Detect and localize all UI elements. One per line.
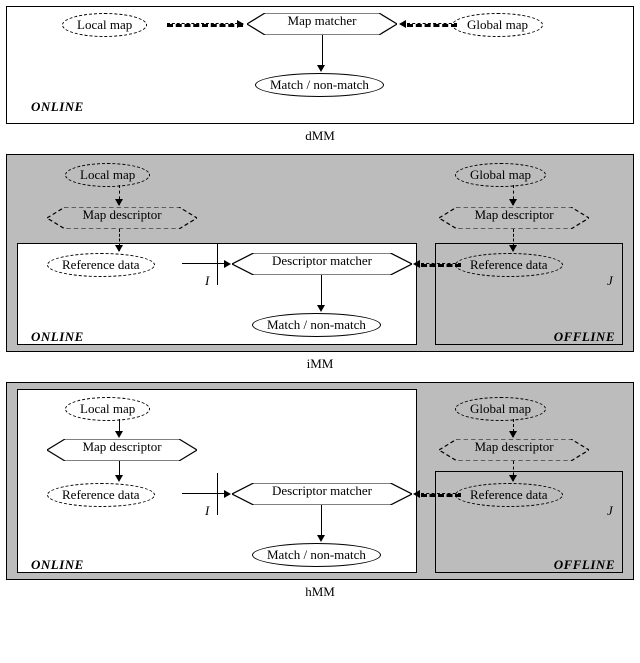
reference-data-right-label: Reference data (470, 257, 548, 272)
map-descriptor-right-label: Map descriptor (466, 439, 561, 454)
global-map-node: Global map (455, 397, 546, 421)
map-matcher-label: Map matcher (280, 13, 365, 28)
reference-data-right: Reference data (455, 253, 563, 277)
divider-right (622, 473, 623, 515)
index-J: J (607, 503, 613, 519)
match-label: Match / non-match (267, 317, 366, 332)
reference-data-right-label: Reference data (470, 487, 548, 502)
global-map-node: Global map (455, 163, 546, 187)
local-map-label: Local map (77, 17, 132, 32)
divider-left (217, 243, 218, 285)
offline-tag: OFFLINE (554, 557, 615, 573)
map-descriptor-left: Map descriptor (47, 439, 197, 461)
map-descriptor-left-label: Map descriptor (74, 439, 169, 454)
map-descriptor-right-label: Map descriptor (466, 207, 561, 222)
map-descriptor-left: Map descriptor (47, 207, 197, 229)
reference-data-left: Reference data (47, 253, 155, 277)
match-label: Match / non-match (270, 77, 369, 92)
reference-data-left-label: Reference data (62, 487, 140, 502)
match-node: Match / non-match (252, 313, 381, 337)
arrow-matcher-to-match (321, 35, 322, 73)
divider-right (622, 243, 623, 285)
panel-dmm: Local map Global map Map matcher Match /… (6, 6, 634, 124)
match-label: Match / non-match (267, 547, 366, 562)
caption-imm: iMM (6, 356, 634, 372)
arrow-global-to-matcher (399, 23, 451, 24)
reference-data-left: Reference data (47, 483, 155, 507)
local-map-node: Local map (62, 13, 147, 37)
descriptor-matcher-node: Descriptor matcher (232, 483, 412, 505)
match-node: Match / non-match (255, 73, 384, 97)
arrow-local-to-matcher (167, 23, 245, 24)
descriptor-matcher-label: Descriptor matcher (264, 253, 380, 268)
map-descriptor-right: Map descriptor (439, 439, 589, 461)
panel-imm: Local map Global map Map descriptor Map … (6, 154, 634, 352)
index-I: I (205, 273, 209, 289)
descriptor-matcher-node: Descriptor matcher (232, 253, 412, 275)
reference-data-right: Reference data (455, 483, 563, 507)
reference-data-left-label: Reference data (62, 257, 140, 272)
online-tag: ONLINE (31, 557, 84, 573)
offline-tag: OFFLINE (554, 329, 615, 345)
panel-hmm: Local map Global map Map descriptor Map … (6, 382, 634, 580)
caption-dmm: dMM (6, 128, 634, 144)
local-map-node: Local map (65, 163, 150, 187)
online-tag: ONLINE (31, 99, 84, 115)
map-descriptor-right: Map descriptor (439, 207, 589, 229)
global-map-label: Global map (470, 167, 531, 182)
global-map-node: Global map (452, 13, 543, 37)
map-matcher-node: Map matcher (247, 13, 397, 35)
caption-hmm: hMM (6, 584, 634, 600)
local-map-label: Local map (80, 401, 135, 416)
descriptor-matcher-label: Descriptor matcher (264, 483, 380, 498)
local-map-label: Local map (80, 167, 135, 182)
divider-left (217, 473, 218, 515)
local-map-node: Local map (65, 397, 150, 421)
index-J: J (607, 273, 613, 289)
map-descriptor-left-label: Map descriptor (74, 207, 169, 222)
online-tag: ONLINE (31, 329, 84, 345)
global-map-label: Global map (470, 401, 531, 416)
match-node: Match / non-match (252, 543, 381, 567)
global-map-label: Global map (467, 17, 528, 32)
index-I: I (205, 503, 209, 519)
